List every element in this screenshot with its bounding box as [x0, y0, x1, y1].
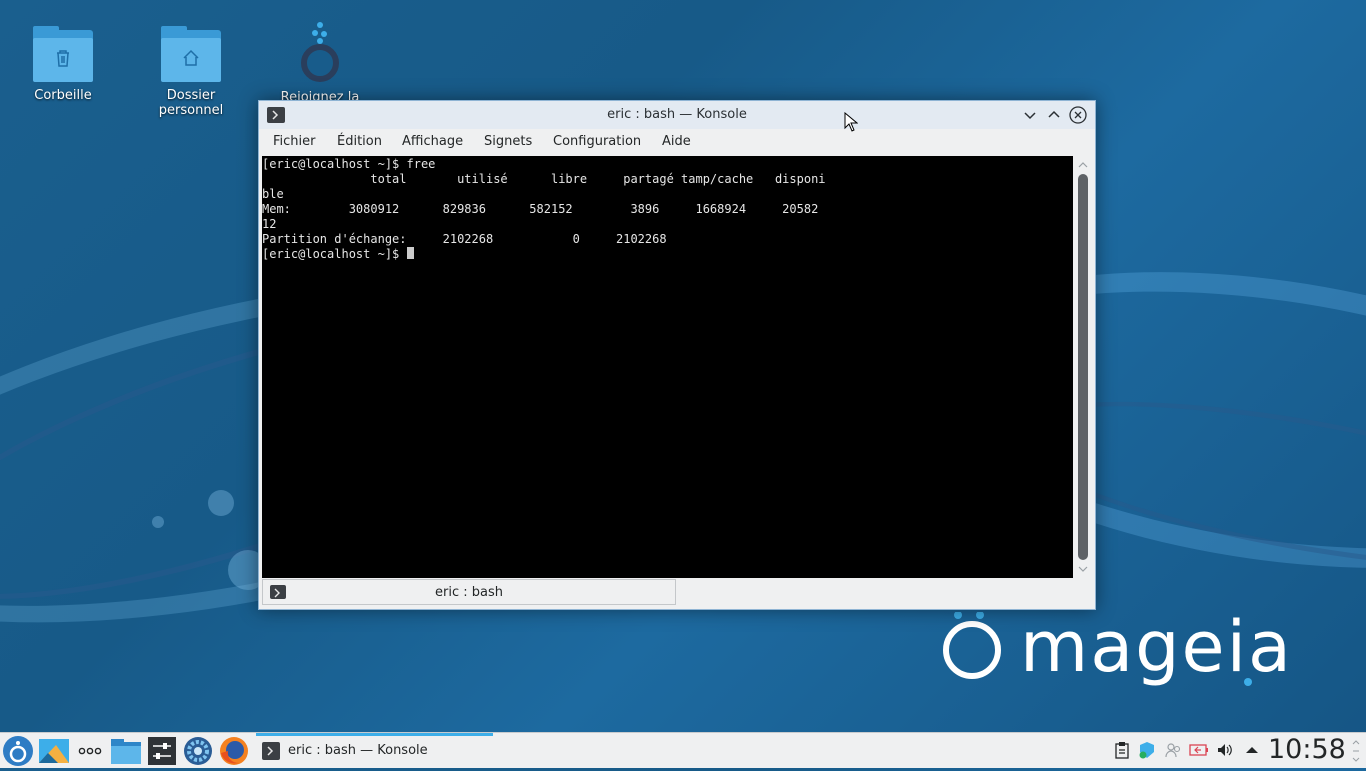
desktop-icon-trash[interactable]: Corbeille [8, 26, 118, 103]
scroll-down-icon[interactable] [1075, 562, 1091, 576]
wallpaper-bubble [208, 490, 234, 516]
close-icon [1069, 106, 1087, 124]
app-launcher-button[interactable] [2, 735, 34, 767]
maximize-button[interactable] [1045, 106, 1063, 124]
clock[interactable]: 10:58 [1268, 734, 1346, 765]
mageia-menu-icon [3, 736, 33, 766]
kde-connect-button[interactable] [38, 735, 70, 767]
desktop-icon-home[interactable]: Dossier personnel [136, 26, 246, 118]
menubar: Fichier Édition Affichage Signets Config… [259, 129, 1095, 155]
update-icon [1139, 742, 1154, 759]
terminal-icon [262, 742, 280, 760]
terminal-scrollbar[interactable] [1075, 156, 1091, 578]
session-tab[interactable]: eric : bash [262, 579, 676, 605]
terminal-line: Mem: 3080912 829836 582152 3896 1668924 … [262, 202, 819, 216]
panel-handle-icon [1352, 740, 1360, 762]
panel-options-button[interactable] [1351, 739, 1361, 763]
mouse-cursor-icon [844, 112, 858, 132]
volume-tray-button[interactable] [1216, 741, 1234, 759]
menu-help[interactable]: Aide [662, 134, 691, 149]
menu-view[interactable]: Affichage [402, 134, 463, 149]
control-center-button[interactable] [182, 735, 214, 767]
scroll-up-icon[interactable] [1075, 158, 1091, 172]
taskbar-task-konsole[interactable]: eric : bash — Konsole [256, 733, 493, 767]
terminal-prompt-line: [eric@localhost ~]$ [262, 247, 1073, 262]
update-tray-button[interactable] [1138, 741, 1156, 759]
chevron-up-icon [1048, 110, 1060, 118]
firefox-button[interactable] [218, 735, 250, 767]
folder-icon [111, 739, 141, 764]
mageia-wallpaper-logo: mageia [938, 606, 1308, 700]
taskbar-task-label: eric : bash — Konsole [288, 743, 428, 758]
wallpaper-bubble [152, 516, 164, 528]
folder-icon [33, 26, 93, 82]
scrollbar-handle[interactable] [1078, 174, 1088, 560]
menu-file[interactable]: Fichier [273, 134, 316, 149]
close-button[interactable] [1069, 106, 1087, 124]
clipboard-tray-button[interactable] [1113, 741, 1131, 759]
mageia-logo-icon [301, 22, 339, 82]
terminal-line: [eric@localhost ~]$ free [262, 157, 436, 171]
menu-settings[interactable]: Configuration [553, 134, 641, 149]
desktop-icon-label: Dossier personnel [158, 88, 224, 118]
desktop-icon-label: Corbeille [34, 88, 92, 103]
window-titlebar[interactable]: eric : bash — Konsole [259, 101, 1095, 129]
desktop-icon-join-community[interactable]: Rejoignez la [265, 20, 375, 104]
konsole-window: eric : bash — Konsole Fichier Édition Af… [258, 100, 1096, 610]
terminal-line: total utilisé libre partagé tamp/cache d… [262, 172, 826, 186]
tray-expand-button[interactable] [1243, 741, 1261, 759]
system-settings-button[interactable] [146, 735, 178, 767]
settings-sliders-icon [148, 737, 176, 765]
file-manager-button[interactable] [110, 735, 142, 767]
text-cursor [406, 247, 414, 259]
volume-icon [1218, 744, 1232, 756]
terminal-output[interactable]: [eric@localhost ~]$ free total utilisé l… [262, 156, 1073, 578]
more-apps-button[interactable] [74, 735, 106, 767]
terminal-line: 12 [262, 217, 277, 231]
more-dots-icon [78, 747, 102, 755]
chevron-down-icon [1024, 112, 1036, 120]
mageia-wordmark: mageia [1020, 606, 1293, 688]
user-icon [1165, 743, 1181, 758]
user-tray-button[interactable] [1164, 741, 1182, 759]
clipboard-icon [1115, 742, 1129, 759]
battery-icon [1189, 744, 1208, 756]
terminal-line: ble [262, 187, 284, 201]
terminal-line: Partition d'échange: 2102268 0 2102268 [262, 232, 667, 246]
battery-tray-button[interactable] [1189, 741, 1208, 759]
folder-icon [161, 26, 221, 82]
terminal-line: [eric@localhost ~]$ [262, 247, 407, 261]
firefox-icon [220, 737, 248, 765]
menu-bookmarks[interactable]: Signets [484, 134, 532, 149]
minimize-button[interactable] [1021, 106, 1039, 124]
taskbar: eric : bash — Konsole 10:58 [0, 732, 1366, 768]
window-title: eric : bash — Konsole [607, 107, 747, 122]
desktop-preview-icon [39, 739, 69, 763]
gear-icon [184, 737, 212, 765]
triangle-up-icon [1246, 747, 1258, 753]
menu-edit[interactable]: Édition [337, 134, 382, 149]
session-tab-label: eric : bash [435, 585, 503, 600]
